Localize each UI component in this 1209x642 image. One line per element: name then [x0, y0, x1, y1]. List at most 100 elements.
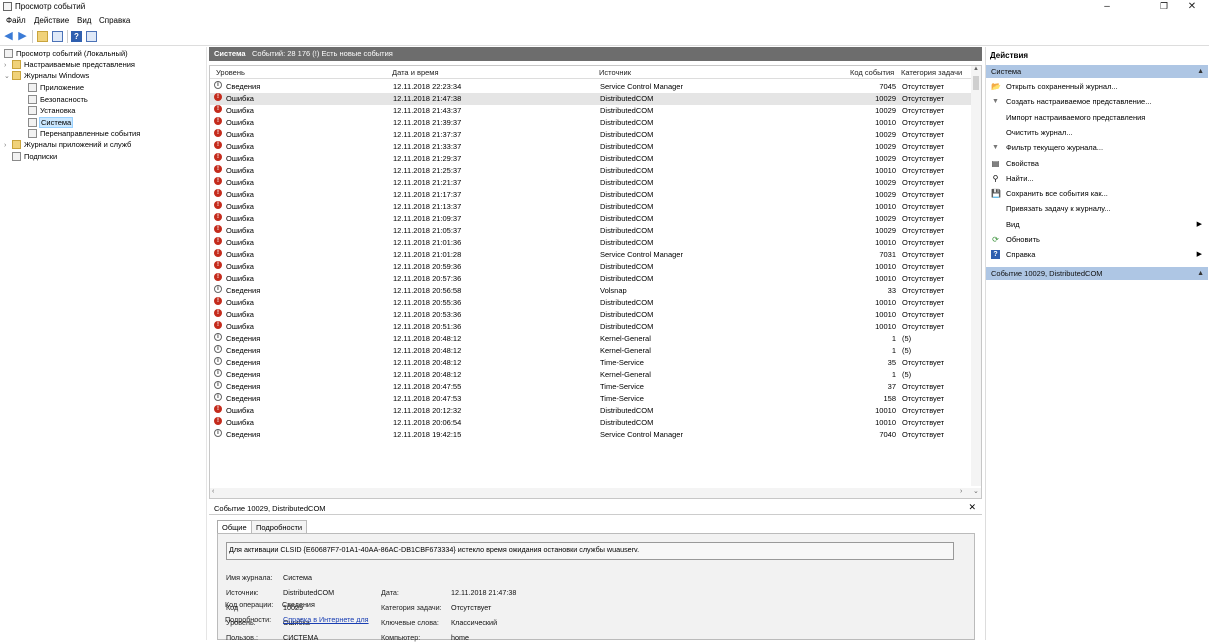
app-icon: [3, 2, 12, 11]
tree-log-application[interactable]: Приложение: [28, 82, 84, 93]
cell-task-category: Отсутствует: [902, 250, 945, 259]
table-row[interactable]: ! Ошибка 12.11.2018 20:12:32 DistributedCOM…: [210, 405, 972, 417]
tree-log-system[interactable]: Система: [28, 117, 74, 128]
online-help-link[interactable]: Справка в Интернете для: [283, 615, 369, 624]
log-icon: [28, 83, 37, 92]
table-row[interactable]: ! Ошибка 12.11.2018 21:29:37 DistributedCOM…: [210, 153, 972, 165]
show-hide-tree-icon[interactable]: [52, 31, 63, 42]
col-level[interactable]: Уровень: [216, 68, 245, 77]
event-message[interactable]: Для активации CLSID {E60687F7-01A1-40AA-…: [226, 542, 954, 560]
col-datetime[interactable]: Дата и время: [392, 68, 439, 77]
table-row[interactable]: ! Ошибка 12.11.2018 21:17:37 DistributedCOM…: [210, 189, 972, 201]
col-source[interactable]: Источник: [599, 68, 631, 77]
table-row[interactable]: i Сведения 12.11.2018 22:23:34 Service Cont…: [210, 81, 972, 93]
action-item[interactable]: Очистить журнал...: [990, 126, 1206, 139]
error-icon: !: [214, 165, 222, 173]
actions-section-event[interactable]: Событие 10029, DistributedCOM ▲: [986, 267, 1208, 280]
vertical-scrollbar[interactable]: ▲: [971, 66, 981, 486]
close-detail-icon[interactable]: ✕: [968, 502, 976, 513]
action-item[interactable]: ▤ Свойства: [990, 157, 1206, 170]
tree-windows-logs[interactable]: ⌄ Журналы Windows: [4, 70, 89, 81]
cell-task-category: Отсутствует: [902, 322, 945, 331]
table-row[interactable]: ! Ошибка 12.11.2018 21:09:37 DistributedCOM…: [210, 213, 972, 225]
action-label: Обновить: [1006, 235, 1040, 244]
forward-arrow-icon[interactable]: ▶: [17, 31, 28, 42]
table-row[interactable]: i Сведения 12.11.2018 20:47:53 Time-Service…: [210, 393, 972, 405]
tree-log-security[interactable]: Безопасность: [28, 94, 88, 105]
menu-file[interactable]: Файл: [6, 16, 26, 25]
table-row[interactable]: ! Ошибка 12.11.2018 21:47:38 DistributedCOM…: [210, 93, 972, 105]
action-item[interactable]: 📂 Открыть сохраненный журнал...: [990, 80, 1206, 93]
tree-log-setup[interactable]: Установка: [28, 105, 75, 116]
action-item[interactable]: Вид ▶: [990, 218, 1206, 231]
menu-action[interactable]: Действие: [34, 16, 69, 25]
table-row[interactable]: i Сведения 12.11.2018 20:47:55 Time-Service…: [210, 381, 972, 393]
collapse-section-icon[interactable]: ▲: [1197, 65, 1204, 78]
maximize-icon[interactable]: ❐: [1157, 1, 1171, 12]
col-task-category[interactable]: Категория задачи: [901, 68, 962, 77]
minimize-icon[interactable]: –: [1100, 1, 1114, 12]
tab-details[interactable]: Подробности: [251, 520, 308, 533]
cell-source: DistributedCOM: [600, 130, 654, 139]
table-row[interactable]: i Сведения 12.11.2018 20:48:12 Time-Service…: [210, 357, 972, 369]
back-arrow-icon[interactable]: ◀: [3, 31, 14, 42]
cell-event-id: 1: [891, 370, 896, 379]
action-item[interactable]: 💾 Сохранить все события как...: [990, 187, 1206, 200]
table-row[interactable]: ! Ошибка 12.11.2018 21:13:37 DistributedCOM…: [210, 201, 972, 213]
table-row[interactable]: ! Ошибка 12.11.2018 21:43:37 DistributedCOM…: [210, 105, 972, 117]
action-item[interactable]: Привязать задачу к журналу...: [990, 202, 1206, 215]
cell-source: DistributedCOM: [600, 262, 654, 271]
scroll-right-icon[interactable]: ›: [960, 488, 962, 495]
scroll-thumb[interactable]: [973, 76, 979, 90]
table-row[interactable]: ! Ошибка 12.11.2018 20:06:54 DistributedCOM…: [210, 417, 972, 429]
table-row[interactable]: ! Ошибка 12.11.2018 20:51:36 DistributedCOM…: [210, 321, 972, 333]
collapse-icon[interactable]: ⌄: [4, 71, 12, 82]
tree-subscriptions[interactable]: Подписки: [12, 151, 57, 162]
folder-up-icon[interactable]: [37, 31, 48, 42]
tab-general[interactable]: Общие: [217, 520, 252, 533]
error-icon: !: [214, 405, 222, 413]
tree-custom-views[interactable]: › Настраиваемые представления: [4, 59, 135, 70]
table-row[interactable]: i Сведения 12.11.2018 20:48:12 Kernel-Gener…: [210, 333, 972, 345]
action-item[interactable]: Импорт настраиваемого представления: [990, 111, 1206, 124]
table-row[interactable]: ! Ошибка 12.11.2018 21:37:37 DistributedCOM…: [210, 129, 972, 141]
scroll-down-icon[interactable]: ⌄: [973, 487, 979, 495]
table-row[interactable]: ! Ошибка 12.11.2018 21:21:37 DistributedCOM…: [210, 177, 972, 189]
table-row[interactable]: ! Ошибка 12.11.2018 20:59:36 DistributedCOM…: [210, 261, 972, 273]
table-row[interactable]: ! Ошибка 12.11.2018 20:55:36 DistributedCOM…: [210, 297, 972, 309]
table-row[interactable]: i Сведения 12.11.2018 20:48:12 Kernel-Gener…: [210, 369, 972, 381]
table-row[interactable]: ! Ошибка 12.11.2018 20:57:36 DistributedCOM…: [210, 273, 972, 285]
horizontal-scrollbar[interactable]: ‹ › ⌄: [210, 487, 981, 498]
table-row[interactable]: i Сведения 12.11.2018 20:56:58 Volsnap Отсут…: [210, 285, 972, 297]
action-item[interactable]: ? Справка ▶: [990, 248, 1206, 261]
table-row[interactable]: i Сведения 12.11.2018 19:42:15 Service Cont…: [210, 429, 972, 441]
action-item[interactable]: ⟳ Обновить: [990, 233, 1206, 246]
center-pane: Система Событий: 28 176 (!) Есть новые с…: [209, 47, 982, 642]
action-item[interactable]: ▼ Фильтр текущего журнала...: [990, 141, 1206, 154]
menu-view[interactable]: Вид: [77, 16, 91, 25]
scroll-left-icon[interactable]: ‹: [212, 488, 214, 495]
table-row[interactable]: ! Ошибка 12.11.2018 21:33:37 DistributedCOM…: [210, 141, 972, 153]
tree-root[interactable]: Просмотр событий (Локальный): [4, 48, 128, 59]
menu-help[interactable]: Справка: [99, 16, 130, 25]
table-row[interactable]: ! Ошибка 12.11.2018 21:25:37 DistributedCOM…: [210, 165, 972, 177]
action-item[interactable]: ⚲ Найти...: [990, 172, 1206, 185]
action-item[interactable]: ▼ Создать настраиваемое представление...: [990, 95, 1206, 108]
help-icon[interactable]: ?: [71, 31, 82, 42]
collapse-section-icon[interactable]: ▲: [1197, 267, 1204, 280]
action-pane-icon[interactable]: [86, 31, 97, 42]
table-row[interactable]: ! Ошибка 12.11.2018 21:05:37 DistributedCOM…: [210, 225, 972, 237]
cell-level: Ошибка: [226, 130, 254, 139]
table-row[interactable]: ! Ошибка 12.11.2018 21:39:37 DistributedCOM…: [210, 117, 972, 129]
table-row[interactable]: i Сведения 12.11.2018 20:48:12 Kernel-Gener…: [210, 345, 972, 357]
table-row[interactable]: ! Ошибка 12.11.2018 21:01:36 DistributedCOM…: [210, 237, 972, 249]
tree-log-forwarded[interactable]: Перенаправленные события: [28, 128, 140, 139]
col-event-id[interactable]: Код события: [850, 68, 894, 77]
close-icon[interactable]: ✕: [1185, 1, 1199, 12]
scroll-up-icon[interactable]: ▲: [972, 66, 980, 74]
actions-section-system[interactable]: Система ▲: [986, 65, 1208, 78]
table-row[interactable]: ! Ошибка 12.11.2018 20:53:36 DistributedCOM…: [210, 309, 972, 321]
expand-icon[interactable]: ›: [4, 140, 12, 151]
tree-app-services[interactable]: › Журналы приложений и служб: [4, 139, 131, 150]
table-row[interactable]: ! Ошибка 12.11.2018 21:01:28 Service Contro…: [210, 249, 972, 261]
